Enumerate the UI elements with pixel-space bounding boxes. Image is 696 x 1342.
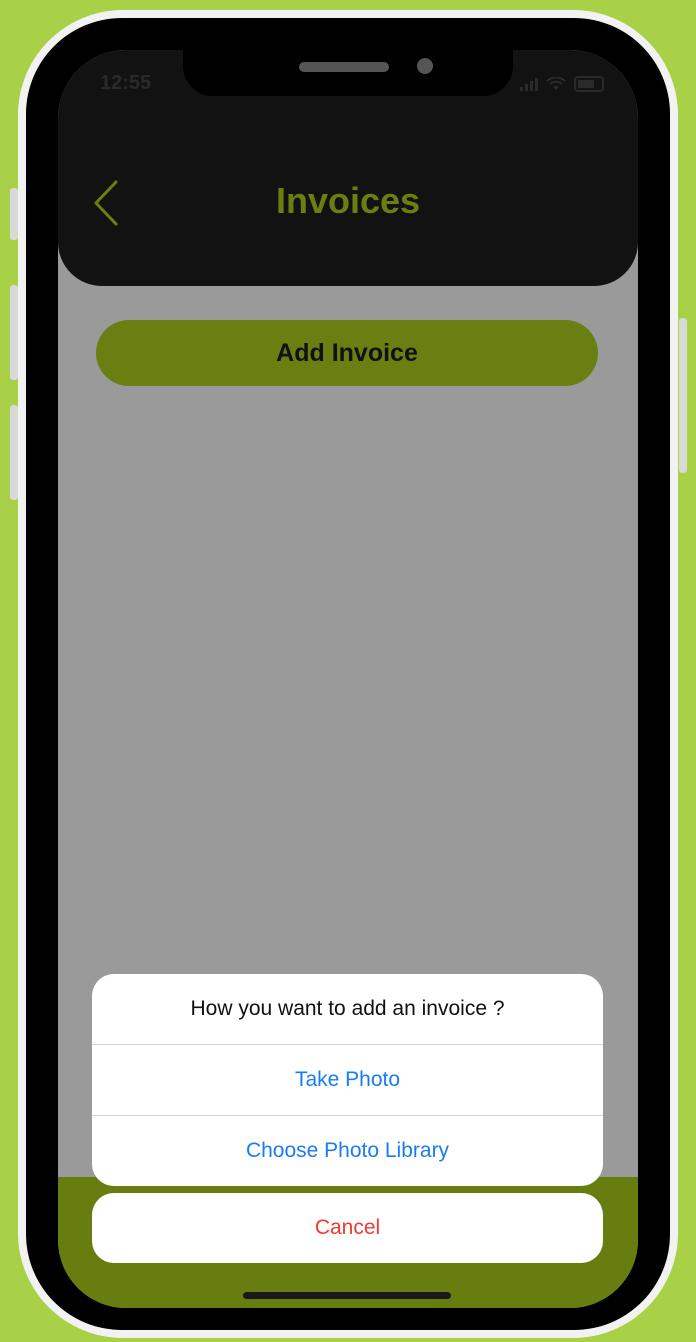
speaker [299, 62, 389, 72]
volume-down-button [10, 405, 18, 500]
page-title: Invoices [275, 180, 421, 221]
action-sheet-title: How you want to add an invoice ? [190, 997, 505, 1020]
camera [417, 58, 433, 74]
choose-photo-library-button[interactable]: Choose Photo Library [92, 1115, 603, 1186]
action-sheet: How you want to add an invoice ? Take Ph… [92, 974, 603, 1186]
take-photo-button[interactable]: Take Photo [92, 1044, 603, 1115]
status-time: 12:55 [100, 72, 152, 94]
cancel-button[interactable]: Cancel [92, 1193, 603, 1263]
notch [183, 50, 513, 96]
home-indicator[interactable] [243, 1292, 451, 1299]
signal-icon [520, 77, 538, 91]
wifi-icon [546, 77, 566, 90]
status-icons [520, 76, 604, 92]
screen: 12:55 Invoices Add Invoice How you want … [58, 50, 638, 1308]
header: 12:55 Invoices [58, 50, 638, 286]
add-invoice-button[interactable]: Add Invoice [96, 320, 598, 386]
mute-switch [10, 188, 18, 240]
power-button [679, 318, 687, 473]
volume-up-button [10, 285, 18, 380]
battery-icon [574, 76, 604, 92]
